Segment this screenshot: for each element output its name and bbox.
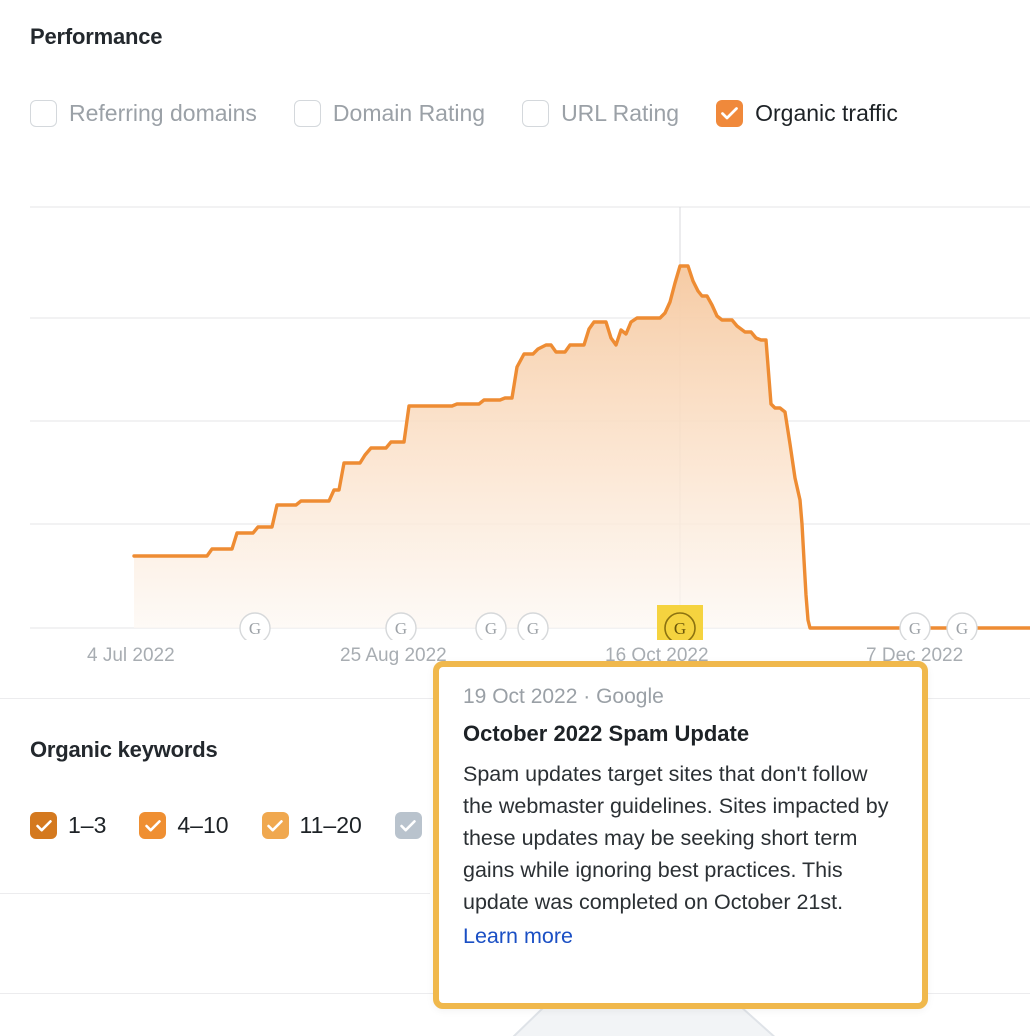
metric-checkbox-row: Referring domains Domain Rating URL Rati… — [30, 100, 898, 127]
metric-label: URL Rating — [561, 100, 680, 126]
google-g-icon: G — [485, 619, 497, 638]
keyword-bucket-label: 4–10 — [177, 812, 229, 838]
google-g-icon: G — [956, 619, 968, 638]
keyword-bucket-row: 1–3 4–10 11–20 — [30, 812, 466, 839]
performance-panel: Performance Referring domains Domain Rat… — [0, 0, 1030, 1036]
x-tick-label: 25 Aug 2022 — [340, 645, 447, 666]
learn-more-link[interactable]: Learn more — [463, 924, 573, 949]
google-g-icon: G — [249, 619, 261, 638]
tooltip-body: Spam updates target sites that don't fol… — [463, 762, 889, 914]
google-update-marker[interactable]: G — [517, 612, 549, 640]
checkbox-url-rating[interactable] — [522, 100, 550, 127]
google-update-marker[interactable]: G — [385, 612, 417, 640]
checkbox-bucket-11-20[interactable] — [261, 812, 289, 839]
metric-label: Referring domains — [69, 100, 257, 126]
checkbox-organic-traffic[interactable] — [716, 100, 744, 127]
keyword-bucket-next[interactable] — [394, 812, 433, 839]
keyword-row-divider — [0, 893, 430, 894]
google-update-marker[interactable]: G — [946, 612, 978, 640]
organic-traffic-chart[interactable]: GGGGGGG — [0, 195, 1030, 640]
keyword-bucket-1-3[interactable]: 1–3 — [30, 812, 106, 839]
metric-toggle-url-rating[interactable]: URL Rating — [522, 100, 679, 127]
metric-toggle-referring-domains[interactable]: Referring domains — [30, 100, 257, 127]
google-g-icon: G — [909, 619, 921, 638]
google-update-tooltip[interactable]: 19 Oct 2022 · Google October 2022 Spam U… — [433, 661, 928, 1009]
checkbox-domain-rating[interactable] — [293, 100, 321, 127]
metric-toggle-domain-rating[interactable]: Domain Rating — [293, 100, 486, 127]
chart-canvas[interactable]: GGGGGGG — [0, 195, 1030, 640]
google-update-marker[interactable]: G — [657, 605, 703, 640]
checkbox-bucket-4-10[interactable] — [139, 812, 167, 839]
google-g-icon: G — [395, 619, 407, 638]
checkbox-bucket-1-3[interactable] — [30, 812, 57, 839]
keyword-bucket-label: 11–20 — [299, 812, 362, 838]
google-update-marker[interactable]: G — [239, 612, 271, 640]
checkbox-bucket-next[interactable] — [394, 812, 422, 839]
page-title: Performance — [30, 24, 163, 49]
google-update-marker[interactable]: G — [475, 612, 507, 640]
x-tick-label: 4 Jul 2022 — [87, 645, 175, 666]
metric-label: Organic traffic — [755, 100, 898, 126]
tooltip-meta: 19 Oct 2022 · Google — [463, 685, 664, 708]
keyword-bucket-label: 1–3 — [68, 812, 107, 838]
keyword-bucket-4-10[interactable]: 4–10 — [139, 812, 229, 839]
metric-label: Domain Rating — [332, 100, 486, 126]
tooltip-heading: October 2022 Spam Update — [463, 721, 750, 746]
google-g-icon: G — [674, 619, 686, 638]
keyword-bucket-11-20[interactable]: 11–20 — [261, 812, 362, 839]
chart-area-fill — [134, 266, 1030, 628]
google-update-marker[interactable]: G — [899, 612, 931, 640]
metric-toggle-organic-traffic[interactable]: Organic traffic — [716, 100, 898, 127]
google-g-icon: G — [527, 619, 539, 638]
organic-keywords-title: Organic keywords — [30, 737, 218, 762]
checkbox-referring-domains[interactable] — [30, 100, 57, 127]
